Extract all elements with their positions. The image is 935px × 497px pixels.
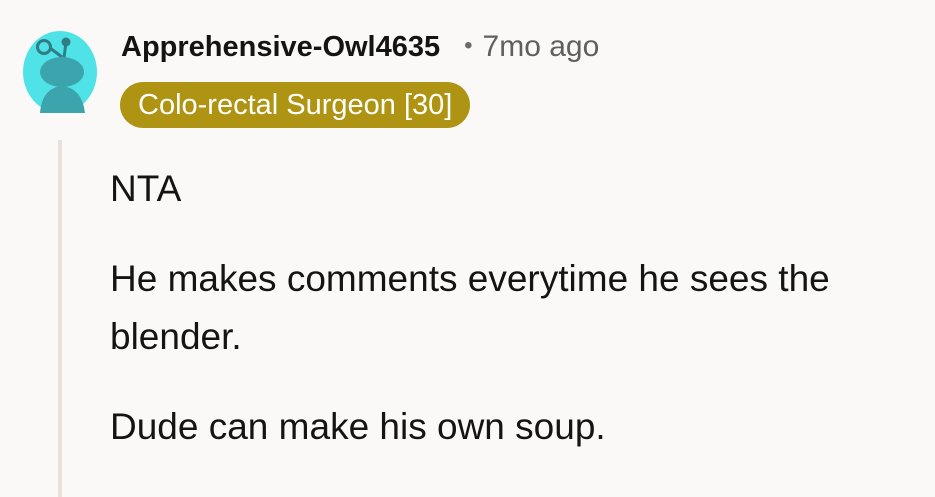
comment-paragraph: NTA	[110, 168, 182, 209]
timestamp[interactable]: 7mo ago	[483, 30, 600, 64]
separator-dot: •	[464, 32, 473, 59]
comment-body: NTA He makes comments everytime he sees …	[110, 160, 920, 488]
comment-header: Apprehensive-Owl4635 • 7mo ago	[121, 30, 599, 64]
snoo-avatar-icon	[23, 31, 97, 113]
user-avatar[interactable]	[22, 20, 98, 114]
user-flair: Colo-rectal Surgeon [30]	[120, 82, 471, 128]
thread-line[interactable]	[58, 140, 62, 497]
comment-paragraph: Dude can make his own soup.	[110, 406, 606, 447]
username-link[interactable]: Apprehensive-Owl4635	[121, 31, 440, 64]
comment-paragraph: He makes comments everytime he sees the …	[110, 258, 830, 357]
comment: Apprehensive-Owl4635 • 7mo ago Colo-rect…	[0, 0, 935, 497]
